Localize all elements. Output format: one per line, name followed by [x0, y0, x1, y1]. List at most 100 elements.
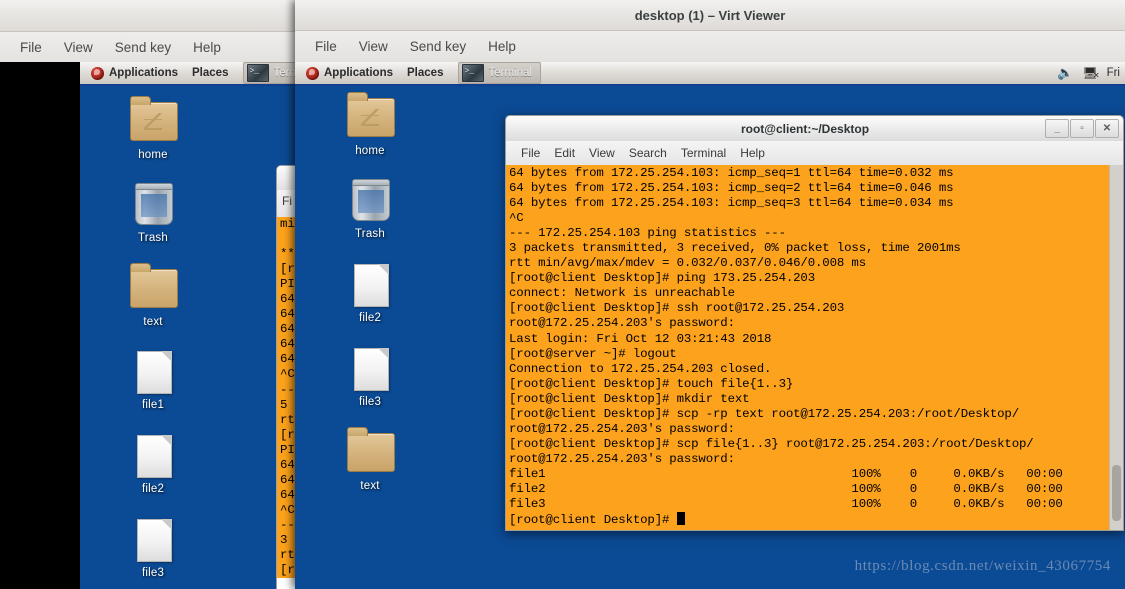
desktop-icon-label: home	[355, 145, 385, 157]
taskbar-item-terminal[interactable]: >_ Terminal	[243, 62, 300, 84]
terminal-scrollbar[interactable]	[1109, 165, 1123, 530]
menu-send-key[interactable]: Send key	[400, 36, 476, 57]
menu-view[interactable]: View	[349, 36, 398, 57]
menu-send-key[interactable]: Send key	[105, 37, 181, 58]
main-virt-viewer-window[interactable]: desktop (1) – Virt Viewer File View Send…	[295, 0, 1125, 589]
desktop-icon-home[interactable]: home	[110, 96, 196, 162]
home-folder-icon	[327, 92, 413, 142]
terminal-menu-edit[interactable]: Edit	[547, 144, 582, 162]
desktop-icon-file3[interactable]: file3	[110, 516, 196, 580]
terminal-menu-terminal[interactable]: Terminal	[674, 144, 733, 162]
menu-view[interactable]: View	[54, 37, 103, 58]
background-gnome-panel[interactable]: Applications Places >_ Terminal	[80, 62, 300, 86]
terminal-prompt-line: [root@client Desktop]#	[509, 512, 1109, 527]
menu-file[interactable]: File	[10, 37, 52, 58]
terminal-line: 64 bytes from 172.25.254.103: icmp_seq=2…	[509, 181, 954, 196]
fedora-logo-icon	[306, 66, 319, 80]
terminal-line: rtt min/avg/max/mdev = 0.032/0.037/0.046…	[509, 256, 866, 271]
terminal-titlebar[interactable]: root@client:~/Desktop _ ▫ ✕	[505, 115, 1124, 141]
file-icon	[110, 516, 196, 564]
places-menu[interactable]: Places	[187, 66, 233, 80]
desktop-icon-label: text	[360, 480, 380, 492]
applications-menu-label: Applications	[109, 67, 179, 79]
maximize-button[interactable]: ▫	[1070, 119, 1094, 138]
terminal-line: file2 100% 0 0.0KB/s 00:00	[509, 481, 1063, 496]
close-button[interactable]: ✕	[1095, 119, 1119, 138]
terminal-line: file1 100% 0 0.0KB/s 00:00	[509, 466, 1063, 481]
volume-icon[interactable]: 🔈	[1057, 65, 1073, 81]
terminal-menu-file[interactable]: File	[514, 144, 547, 162]
main-window-menubar[interactable]: File View Send key Help	[295, 31, 1125, 63]
terminal-output[interactable]: 64 bytes from 172.25.254.103: icmp_seq=1…	[506, 165, 1109, 530]
terminal-scrollbar-thumb[interactable]	[1112, 465, 1121, 521]
desktop-icon-label: home	[138, 149, 168, 161]
main-window-titlebar[interactable]: desktop (1) – Virt Viewer	[295, 0, 1125, 31]
terminal-line: [root@client Desktop]# mkdir text	[509, 391, 750, 406]
terminal-body-wrapper: 64 bytes from 172.25.254.103: icmp_seq=1…	[505, 165, 1124, 531]
desktop-icon-label: Trash	[138, 232, 168, 244]
desktop-icon-file2[interactable]: file2	[327, 261, 413, 325]
desktop-icon-label: file3	[141, 567, 165, 579]
places-menu[interactable]: Places	[402, 66, 448, 80]
home-folder-icon	[110, 96, 196, 146]
terminal-title: root@client:~/Desktop	[740, 121, 870, 136]
applications-menu[interactable]: Applications	[86, 66, 183, 81]
terminal-menu-help[interactable]: Help	[733, 144, 772, 162]
screenshot-root: File View Send key Help Applications Pla…	[0, 0, 1125, 589]
menu-help[interactable]: Help	[478, 36, 526, 57]
terminal-line: --- 172.25.254.103 ping statistics ---	[509, 226, 786, 241]
window-controls[interactable]: _ ▫ ✕	[1044, 119, 1119, 138]
terminal-menu-search[interactable]: Search	[622, 144, 674, 162]
file-icon	[327, 345, 413, 393]
menu-file[interactable]: File	[305, 36, 347, 57]
trash-icon	[110, 181, 196, 229]
terminal-line: root@172.25.254.203's password:	[509, 451, 735, 466]
desktop-icon-text[interactable]: text	[327, 427, 413, 493]
clock[interactable]: Fri	[1107, 67, 1120, 79]
background-letterbox	[0, 62, 80, 589]
background-window-menubar[interactable]: File View Send key Help	[0, 32, 300, 64]
background-desktop-icons: home Trash text file1 file2 file3	[80, 84, 300, 589]
main-desktop-icons: home Trash file2 file3 text	[295, 84, 495, 589]
main-gnome-panel[interactable]: Applications Places >_ Terminal 🔈 🖥 ✕ Fri	[295, 62, 1125, 86]
folder-icon	[327, 427, 413, 477]
desktop-icon-file1[interactable]: file1	[110, 348, 196, 412]
terminal-cursor	[676, 512, 685, 526]
desktop-icon-label: file3	[358, 396, 382, 408]
taskbar-item-terminal[interactable]: >_ Terminal	[458, 62, 541, 84]
terminal-line: 64 bytes from 172.25.254.103: icmp_seq=1…	[509, 166, 954, 180]
background-virt-viewer-window[interactable]: File View Send key Help Applications Pla…	[0, 0, 300, 589]
terminal-line: [root@client Desktop]# scp -rp text root…	[509, 406, 1019, 421]
taskbar-item-label: Terminal	[488, 67, 532, 79]
gnome-terminal-window[interactable]: root@client:~/Desktop _ ▫ ✕ File Edit Vi…	[505, 115, 1124, 531]
terminal-line: file3 100% 0 0.0KB/s 00:00	[509, 497, 1063, 512]
background-window-titlebar[interactable]	[0, 0, 300, 32]
terminal-line: Last login: Fri Oct 12 03:21:43 2018	[509, 331, 772, 346]
window-title: desktop (1) – Virt Viewer	[634, 7, 786, 23]
desktop-icon-text[interactable]: text	[110, 263, 196, 329]
desktop-icon-trash[interactable]: Trash	[110, 181, 196, 245]
desktop-icon-label: text	[143, 316, 163, 328]
terminal-line: [root@client Desktop]# ping 173.25.254.2…	[509, 271, 815, 286]
terminal-line: ^C	[509, 211, 524, 226]
folder-icon	[110, 263, 196, 313]
terminal-menu-view[interactable]: View	[582, 144, 622, 162]
desktop-icon-home[interactable]: home	[327, 92, 413, 158]
minimize-button[interactable]: _	[1045, 119, 1069, 138]
applications-menu[interactable]: Applications	[301, 66, 398, 81]
terminal-line: Connection to 172.25.254.203 closed.	[509, 361, 772, 376]
terminal-line: [root@client Desktop]# touch file{1..3}	[509, 376, 794, 391]
trash-icon	[327, 177, 413, 225]
menu-help[interactable]: Help	[183, 37, 231, 58]
applications-menu-label: Applications	[324, 67, 394, 79]
terminal-icon: >_	[462, 64, 485, 82]
desktop-icon-file2[interactable]: file2	[110, 432, 196, 496]
desktop-icon-trash[interactable]: Trash	[327, 177, 413, 241]
main-guest-desktop: Applications Places >_ Terminal 🔈 🖥 ✕ Fri	[295, 62, 1125, 589]
desktop-icon-file3[interactable]: file3	[327, 345, 413, 409]
terminal-line: [root@server ~]# logout	[509, 346, 677, 361]
network-disconnected-icon[interactable]: 🖥 ✕	[1082, 66, 1099, 80]
terminal-line: root@172.25.254.203's password:	[509, 316, 735, 331]
terminal-menubar[interactable]: File Edit View Search Terminal Help	[505, 141, 1124, 165]
file-icon	[110, 432, 196, 480]
